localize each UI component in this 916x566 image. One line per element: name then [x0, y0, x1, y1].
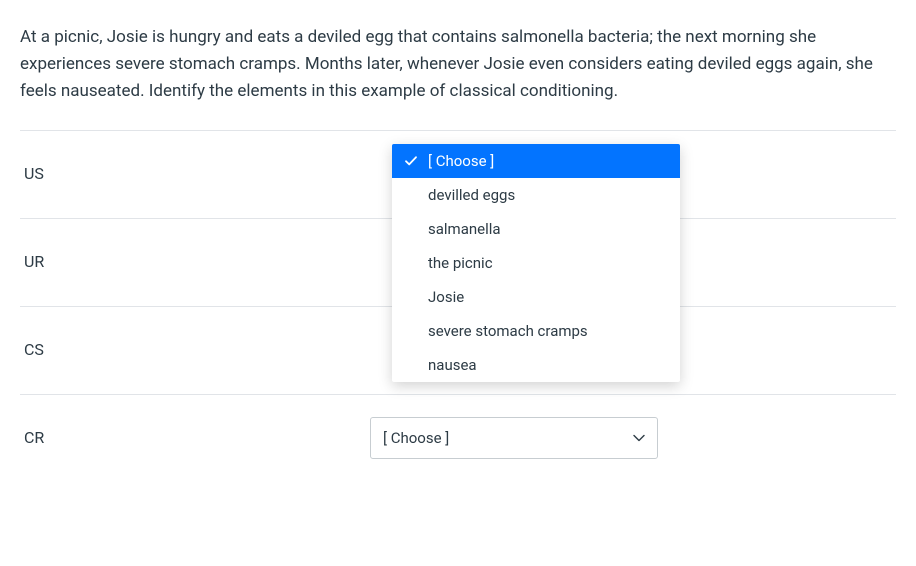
dropdown-open-us[interactable]: [ Choose ] devilled eggs salmanella the …	[392, 144, 680, 382]
dropdown-option-label: the picnic	[428, 251, 493, 275]
dropdown-option-label: Josie	[428, 285, 464, 309]
dropdown-option-label: salmanella	[428, 217, 501, 241]
dropdown-option[interactable]: severe stomach cramps	[392, 314, 680, 348]
dropdown-option-label: nausea	[428, 353, 477, 377]
row-label-us: US	[20, 161, 370, 187]
question-text: At a picnic, Josie is hungry and eats a …	[20, 24, 896, 106]
dropdown-option-label: [ Choose ]	[428, 149, 494, 173]
dropdown-option-label: devilled eggs	[428, 183, 515, 207]
select-cr[interactable]: [ Choose ]	[370, 417, 658, 459]
dropdown-option[interactable]: salmanella	[392, 212, 680, 246]
row-label-ur: UR	[20, 249, 370, 275]
dropdown-option[interactable]: nausea	[392, 348, 680, 382]
matching-rows: US UR CS CR [ Choose ] [ Choose ] devill…	[20, 130, 896, 482]
chevron-down-icon	[633, 432, 645, 444]
dropdown-option[interactable]: the picnic	[392, 246, 680, 280]
matching-row: CR [ Choose ]	[20, 394, 896, 482]
row-label-cs: CS	[20, 337, 370, 363]
dropdown-option[interactable]: Josie	[392, 280, 680, 314]
check-icon	[404, 154, 418, 168]
select-value: [ Choose ]	[383, 426, 449, 450]
row-label-cr: CR	[20, 425, 370, 451]
dropdown-option[interactable]: [ Choose ]	[392, 144, 680, 178]
dropdown-option-label: severe stomach cramps	[428, 319, 588, 343]
dropdown-option[interactable]: devilled eggs	[392, 178, 680, 212]
